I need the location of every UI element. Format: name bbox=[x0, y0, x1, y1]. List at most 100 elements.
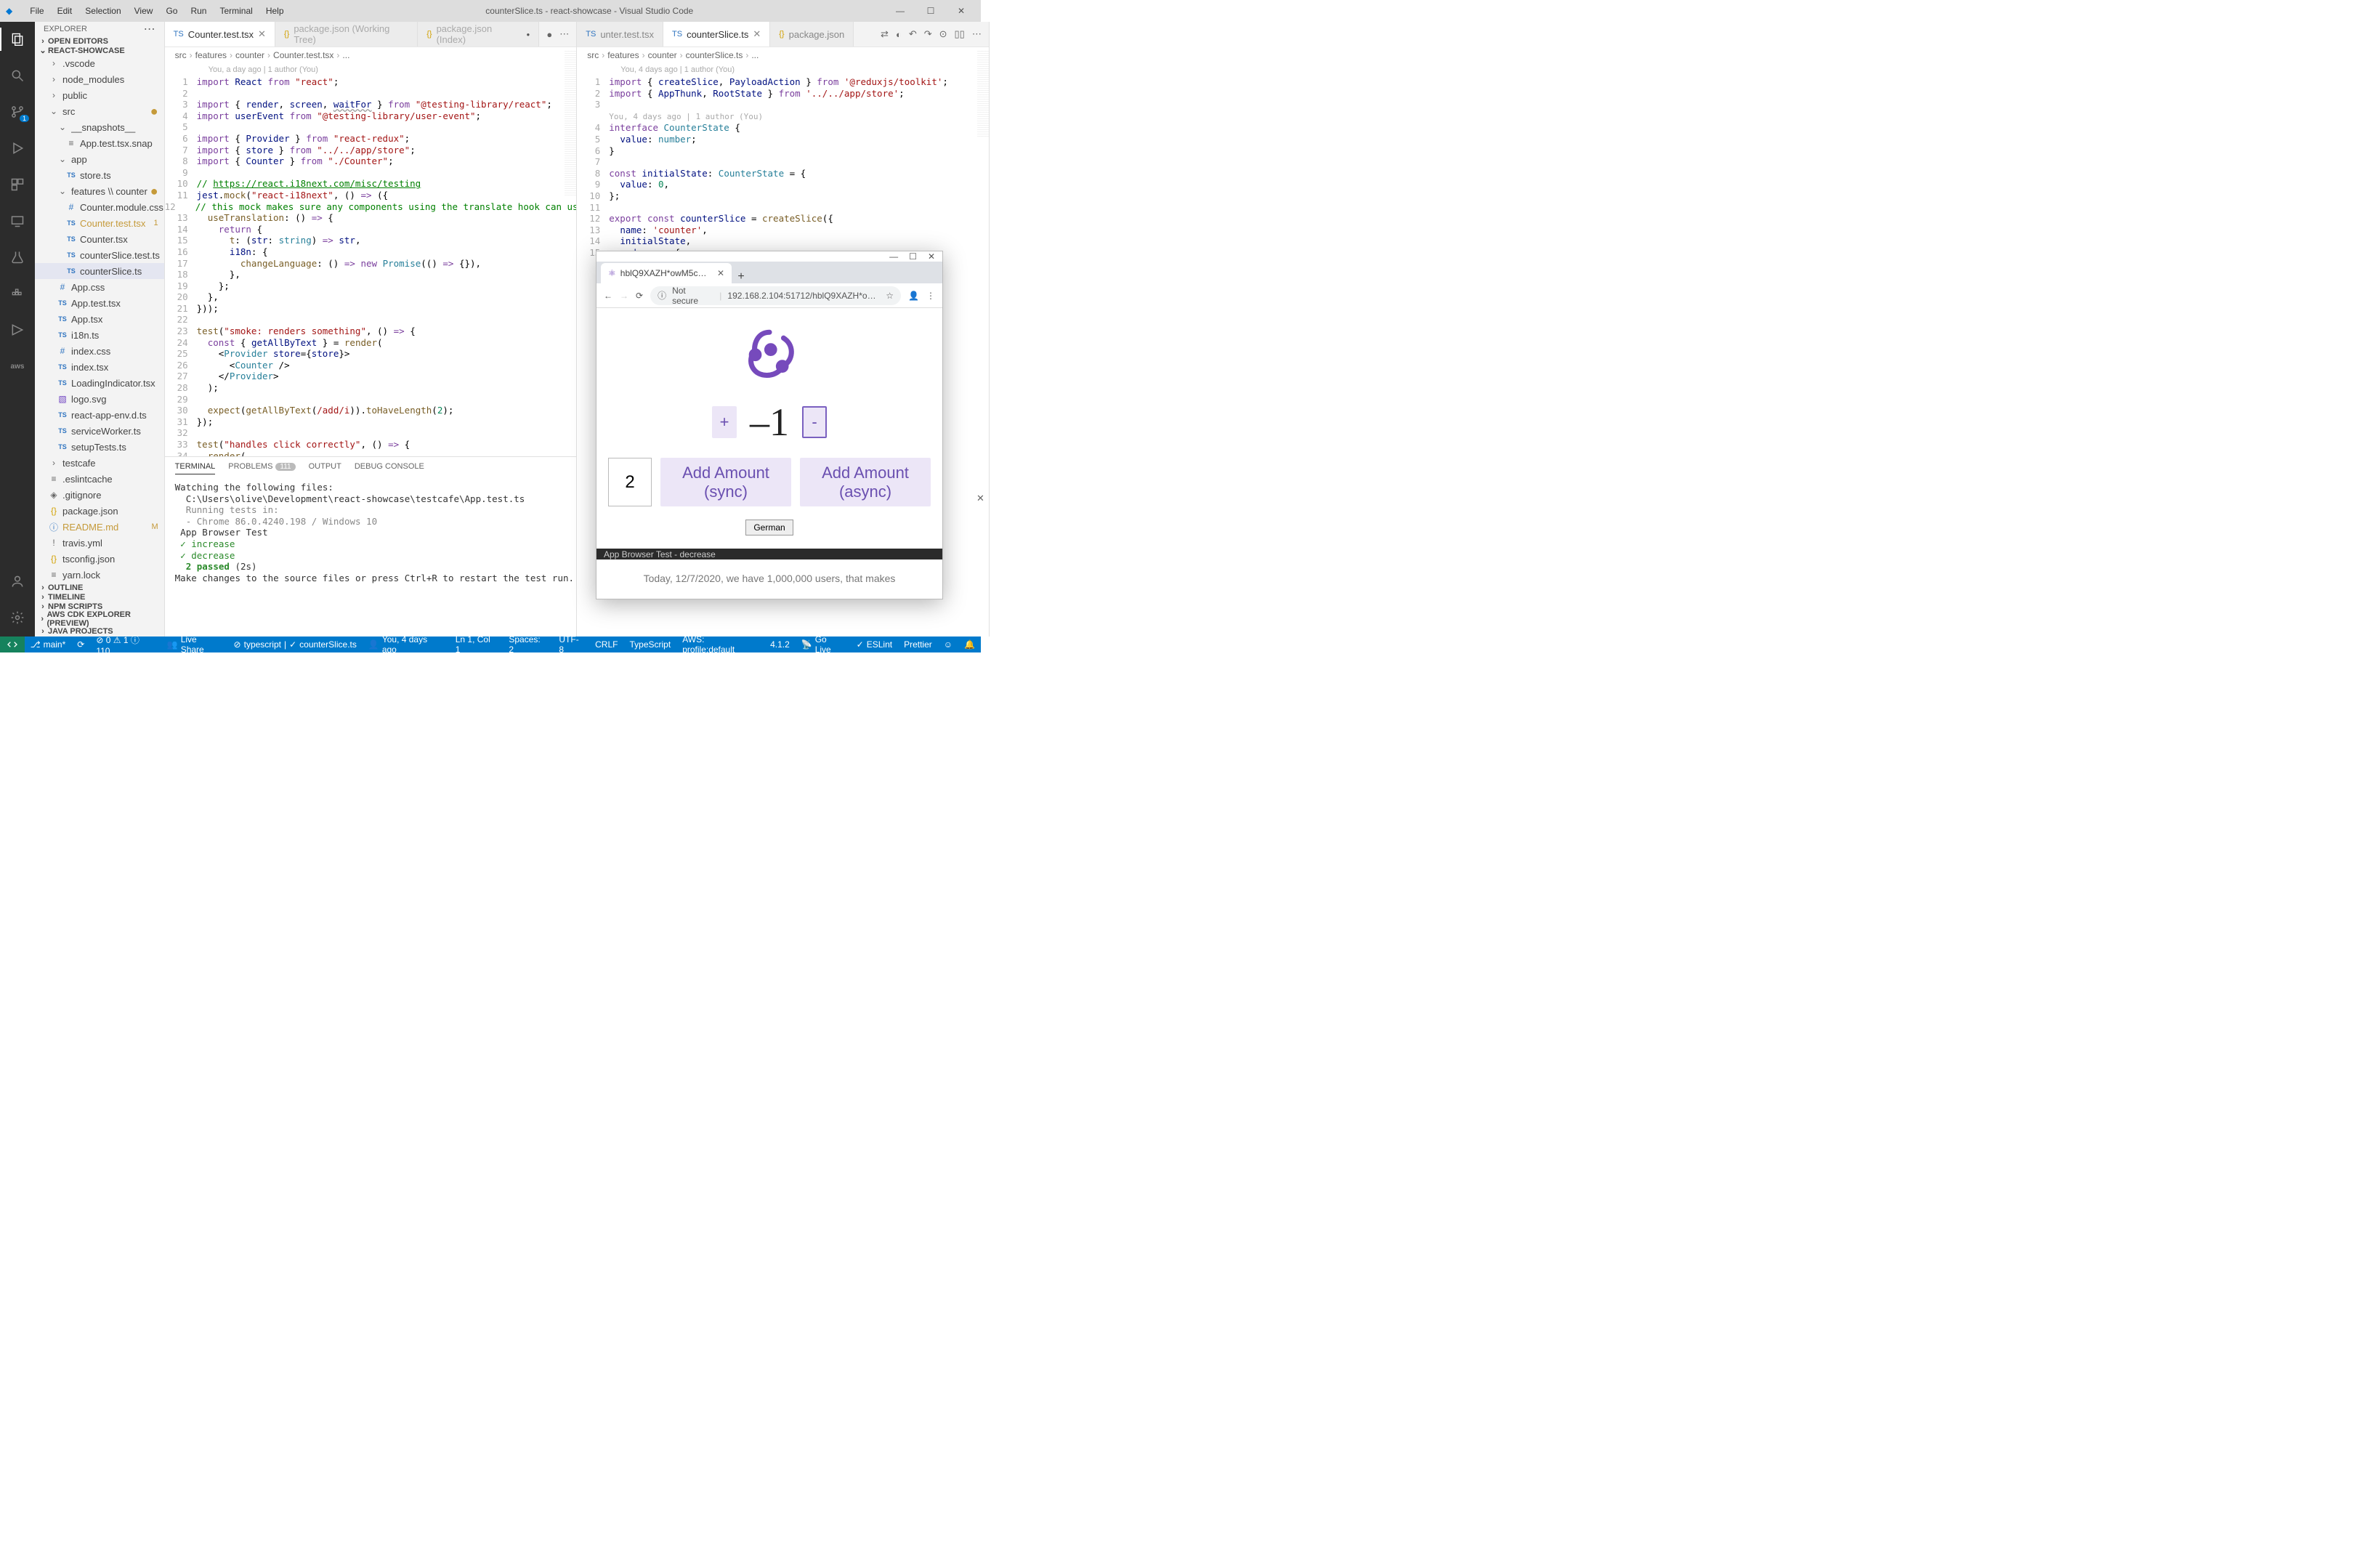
file-counter-module-css[interactable]: #Counter.module.css bbox=[35, 199, 164, 215]
breadcrumb-segment[interactable]: Counter.test.tsx bbox=[273, 50, 333, 60]
browser-reload-icon[interactable]: ⟳ bbox=[636, 291, 643, 301]
folder-features-counter[interactable]: ⌄features \\ counter● bbox=[35, 183, 164, 199]
file-app-tsx[interactable]: TSApp.tsx bbox=[35, 311, 164, 327]
browser-minimize[interactable]: — bbox=[889, 251, 898, 262]
status-golive[interactable]: 📡 Go Live bbox=[796, 634, 851, 655]
breadcrumb-segment[interactable]: ... bbox=[342, 50, 349, 60]
activity-extensions[interactable] bbox=[0, 173, 35, 196]
status-branch[interactable]: ⎇ main* bbox=[25, 639, 72, 650]
activity-search[interactable] bbox=[0, 64, 35, 87]
file-i18n-ts[interactable]: TSi18n.ts bbox=[35, 327, 164, 343]
tab-action-icon[interactable]: ⋯ bbox=[972, 28, 982, 40]
status-ts-version[interactable]: 4.1.2 bbox=[764, 639, 796, 650]
status-problems[interactable]: ⊘ 0 ⚠ 1 ⓘ 110 bbox=[90, 634, 161, 656]
folder--vscode[interactable]: ›.vscode bbox=[35, 55, 164, 71]
file-app-test-tsx[interactable]: TSApp.test.tsx bbox=[35, 295, 164, 311]
panel-tab-problems[interactable]: PROBLEMS111 bbox=[228, 462, 295, 474]
editor-tab[interactable]: {}package.json bbox=[770, 22, 854, 47]
status-position[interactable]: Ln 1, Col 1 bbox=[450, 634, 503, 655]
language-button[interactable]: German bbox=[745, 520, 793, 536]
panel-tab-output[interactable]: OUTPUT bbox=[309, 462, 341, 474]
breadcrumb-segment[interactable]: counter bbox=[235, 50, 264, 60]
activity-remote[interactable] bbox=[0, 209, 35, 233]
file-logo-svg[interactable]: ▧logo.svg bbox=[35, 391, 164, 407]
status-bell-icon[interactable]: 🔔 bbox=[958, 639, 981, 650]
browser-address-bar[interactable]: ⓘ Not secure | 192.168.2.104:51712/hblQ9… bbox=[650, 286, 901, 305]
breadcrumb-segment[interactable]: src bbox=[175, 50, 187, 60]
status-eol[interactable]: CRLF bbox=[589, 639, 623, 650]
status-language[interactable]: TypeScript bbox=[623, 639, 676, 650]
activity-docker[interactable] bbox=[0, 282, 35, 305]
editor-tab[interactable]: TScounterSlice.ts✕ bbox=[663, 22, 770, 47]
file-counter-test-tsx[interactable]: TSCounter.test.tsx1 bbox=[35, 215, 164, 231]
panel-tab-debug[interactable]: DEBUG CONSOLE bbox=[355, 462, 424, 474]
menu-help[interactable]: Help bbox=[260, 3, 290, 19]
status-feedback-icon[interactable]: ☺ bbox=[938, 639, 958, 650]
add-async-button[interactable]: Add Amount (async) bbox=[800, 458, 931, 506]
tab-action-icon[interactable]: ◐ bbox=[896, 29, 902, 40]
tab-action-icon[interactable]: ⋯ bbox=[559, 28, 569, 40]
editor-tab[interactable]: TSCounter.test.tsx✕ bbox=[165, 22, 275, 47]
code-editor-left[interactable]: 1import React from "react";23import { re… bbox=[165, 76, 577, 456]
status-prettier[interactable]: Prettier bbox=[898, 639, 938, 650]
browser-tab-close-icon[interactable]: ✕ bbox=[717, 268, 724, 278]
browser-maximize[interactable]: ☐ bbox=[909, 251, 917, 262]
folder-testcafe[interactable]: ›testcafe bbox=[35, 455, 164, 471]
folder-node_modules[interactable]: ›node_modules bbox=[35, 71, 164, 87]
menu-view[interactable]: View bbox=[129, 3, 159, 19]
file-serviceworker-ts[interactable]: TSserviceWorker.ts bbox=[35, 423, 164, 439]
file-setuptests-ts[interactable]: TSsetupTests.ts bbox=[35, 439, 164, 455]
close-tab-icon[interactable]: ✕ bbox=[753, 28, 761, 40]
browser-tab[interactable]: ⚛ hblQ9XAZH*owM5cq5f1 ✕ bbox=[601, 263, 732, 283]
browser-menu-icon[interactable]: ⋮ bbox=[926, 291, 935, 301]
file-travis-yml[interactable]: !travis.yml bbox=[35, 535, 164, 551]
menu-file[interactable]: File bbox=[24, 3, 49, 19]
menu-terminal[interactable]: Terminal bbox=[214, 3, 258, 19]
activity-aws[interactable]: aws bbox=[0, 355, 35, 378]
editor-tab[interactable]: {}package.json (Working Tree) bbox=[275, 22, 418, 47]
file-react-app-env-d-ts[interactable]: TSreact-app-env.d.ts bbox=[35, 407, 164, 423]
file-readme-md[interactable]: ⓘREADME.mdM bbox=[35, 519, 164, 535]
tab-action-icon[interactable]: ● bbox=[546, 29, 552, 40]
minimize-button[interactable]: — bbox=[889, 6, 911, 16]
open-editors-section[interactable]: ›OPEN EDITORS bbox=[35, 36, 164, 46]
remote-indicator[interactable] bbox=[0, 637, 25, 652]
breadcrumb-segment[interactable]: ... bbox=[751, 50, 759, 60]
breadcrumb-segment[interactable]: src bbox=[587, 50, 599, 60]
file-counter-tsx[interactable]: TSCounter.tsx bbox=[35, 231, 164, 247]
file--eslintcache[interactable]: ≡.eslintcache bbox=[35, 471, 164, 487]
tab-action-icon[interactable]: ↷ bbox=[924, 28, 932, 40]
breadcrumb-segment[interactable]: counterSlice.ts bbox=[686, 50, 743, 60]
file-index-css[interactable]: #index.css bbox=[35, 343, 164, 359]
minimap-left[interactable] bbox=[565, 51, 576, 196]
terminal-output[interactable]: Watching the following files: C:\Users\o… bbox=[165, 479, 577, 637]
file--gitignore[interactable]: ◈.gitignore bbox=[35, 487, 164, 503]
profile-icon[interactable]: 👤 bbox=[908, 291, 919, 301]
breadcrumb-right[interactable]: src›features›counter›counterSlice.ts›... bbox=[577, 47, 989, 63]
file-app-test-tsx-snap[interactable]: ≡App.test.tsx.snap bbox=[35, 135, 164, 151]
decrement-button[interactable]: - bbox=[802, 406, 827, 438]
outline-section[interactable]: ›OUTLINE bbox=[35, 583, 164, 592]
activity-run[interactable] bbox=[0, 137, 35, 160]
aws-cdk-section[interactable]: ›AWS CDK EXPLORER (PREVIEW) bbox=[35, 611, 164, 627]
activity-account[interactable] bbox=[0, 570, 35, 593]
activity-test[interactable] bbox=[0, 246, 35, 269]
breadcrumb-segment[interactable]: features bbox=[195, 50, 227, 60]
editor-tab[interactable]: TSunter.test.tsx bbox=[577, 22, 663, 47]
browser-forward-icon[interactable]: → bbox=[620, 291, 628, 301]
activity-scm[interactable]: 1 bbox=[0, 100, 35, 124]
workspace-section[interactable]: ⌄REACT-SHOWCASE bbox=[35, 46, 164, 55]
amount-input[interactable] bbox=[608, 458, 652, 506]
close-tab-icon[interactable]: ✕ bbox=[258, 28, 266, 40]
panel-tab-terminal[interactable]: TERMINAL bbox=[175, 462, 216, 474]
breadcrumb-segment[interactable]: counter bbox=[648, 50, 677, 60]
file-loadingindicator-tsx[interactable]: TSLoadingIndicator.tsx bbox=[35, 375, 164, 391]
menu-selection[interactable]: Selection bbox=[79, 3, 126, 19]
activity-settings[interactable] bbox=[0, 606, 35, 629]
status-aws[interactable]: AWS: profile:default bbox=[676, 634, 764, 655]
status-blame[interactable]: 👤 You, 4 days ago bbox=[363, 634, 450, 655]
status-spaces[interactable]: Spaces: 2 bbox=[503, 634, 553, 655]
minimap-right[interactable] bbox=[977, 51, 989, 138]
tab-action-icon[interactable]: ⊙ bbox=[939, 28, 947, 40]
breadcrumb-left[interactable]: src›features›counter›Counter.test.tsx›..… bbox=[165, 47, 577, 63]
